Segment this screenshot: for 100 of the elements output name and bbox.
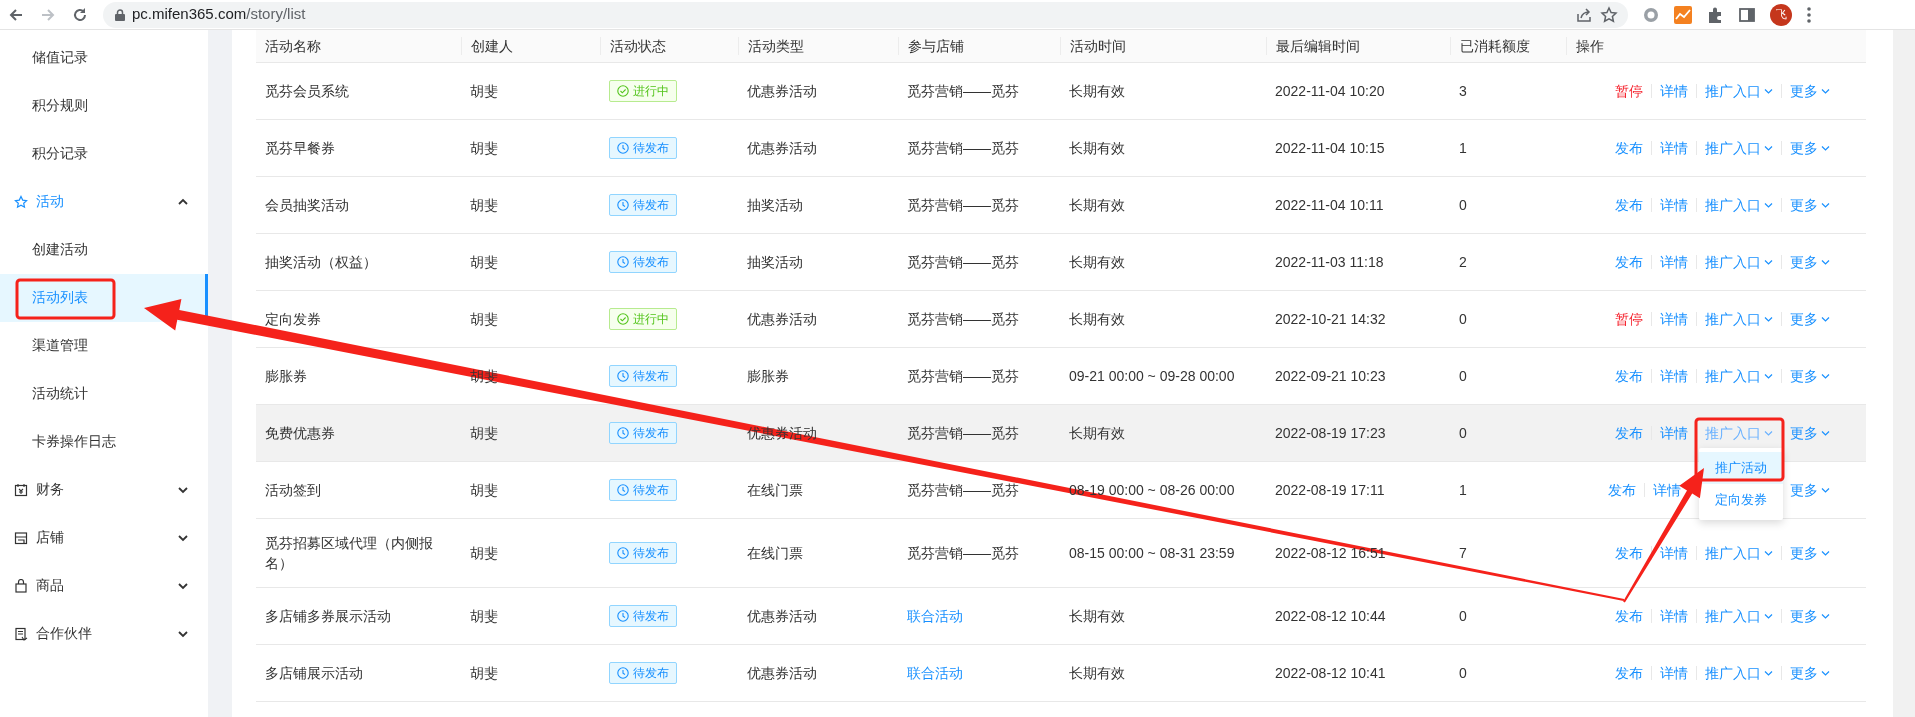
action-link[interactable]: 发布 (1615, 138, 1643, 158)
menu-item[interactable]: 定向发券 (1699, 484, 1783, 516)
menu-item[interactable]: 推广活动 (1699, 452, 1783, 484)
table-cell-text: 膨胀券 (264, 367, 308, 386)
dropdown-button[interactable]: 更多 (1790, 138, 1830, 158)
table-cell-text: 优惠券活动 (746, 664, 818, 683)
action-link[interactable]: 发布 (1615, 543, 1643, 563)
star-icon[interactable] (1600, 5, 1618, 24)
side-panel-icon[interactable] (1738, 5, 1756, 24)
table-cell-text: 定向发券 (264, 310, 322, 329)
table-cell-text: 长期有效 (1068, 139, 1126, 158)
action-link[interactable]: 发布 (1608, 480, 1636, 500)
sidebar-item[interactable]: 创建活动 (32, 239, 88, 260)
action-link[interactable]: 详情 (1660, 423, 1688, 443)
action-link[interactable]: 详情 (1660, 81, 1688, 101)
dropdown-button[interactable]: 推广入口 (1705, 309, 1773, 329)
action-link[interactable]: 发布 (1615, 423, 1643, 443)
action-link[interactable]: 详情 (1660, 663, 1688, 683)
profile-avatar[interactable]: 飞 (1770, 3, 1792, 26)
dropdown-button[interactable]: 更多 (1790, 663, 1830, 683)
dropdown-button[interactable]: 推广入口 (1705, 81, 1773, 101)
dropdown-button[interactable]: 推广入口 (1705, 366, 1773, 386)
table-cell-text: 优惠券活动 (746, 82, 818, 101)
sidebar-group[interactable]: 店铺 (36, 527, 170, 548)
table-cell-text: 优惠券活动 (746, 139, 818, 158)
action-link[interactable]: 暂停 (1615, 81, 1643, 101)
extension-icon[interactable] (1642, 5, 1660, 24)
table-cell-text: 0 (1458, 310, 1468, 329)
caret-icon (1821, 429, 1830, 437)
dropdown-button[interactable]: 更多 (1790, 423, 1830, 443)
action-link[interactable]: 详情 (1660, 252, 1688, 272)
table-cell-text: 0 (1458, 196, 1468, 215)
column-header: 已消耗额度 (1450, 37, 1566, 55)
dropdown-button[interactable]: 推广入口 (1705, 543, 1773, 563)
table-cell: 觅芬营销——觅芬 (907, 83, 1019, 99)
clock-icon (617, 199, 629, 211)
action-link[interactable]: 详情 (1660, 366, 1688, 386)
dropdown-button[interactable]: 推广入口 (1705, 252, 1773, 272)
sidebar-group[interactable]: 活动 (36, 191, 170, 212)
expand-icon[interactable] (178, 532, 188, 543)
sidebar-item[interactable]: 渠道管理 (32, 335, 88, 356)
dropdown-button[interactable]: 更多 (1790, 606, 1830, 626)
sidebar-item[interactable]: 积分记录 (32, 143, 88, 164)
chart-icon[interactable] (1674, 5, 1692, 24)
shop-link[interactable]: 联合活动 (907, 608, 963, 624)
collapse-icon[interactable] (178, 196, 188, 207)
menu-icon[interactable] (1806, 5, 1812, 24)
dropdown-button[interactable]: 更多 (1790, 309, 1830, 329)
action-link[interactable]: 详情 (1660, 195, 1688, 215)
dropdown-button[interactable]: 推广入口 (1705, 663, 1773, 683)
table-cell-text: 优惠券活动 (746, 607, 818, 626)
table-cell-text: 0 (1458, 664, 1468, 683)
dropdown-button[interactable]: 推广入口 (1705, 606, 1773, 626)
table-cell-text: 长期有效 (1068, 82, 1126, 101)
sidebar-item[interactable]: 卡券操作日志 (32, 431, 116, 452)
sidebar-group[interactable]: 商品 (36, 575, 170, 596)
table-cell: 觅芬营销——觅芬 (907, 197, 1019, 213)
sidebar-group[interactable]: 合作伙伴 (36, 623, 170, 644)
sidebar-group[interactable]: 财务 (36, 479, 170, 500)
sidebar-item[interactable]: 活动列表 (32, 287, 88, 308)
action-link[interactable]: 详情 (1660, 606, 1688, 626)
status-text: 待发布 (633, 197, 669, 214)
table-cell-text: 2022-08-19 17:11 (1274, 481, 1386, 500)
action-link[interactable]: 发布 (1615, 606, 1643, 626)
action-link[interactable]: 详情 (1660, 138, 1688, 158)
dropdown-button[interactable]: 更多 (1790, 252, 1830, 272)
scrollbar[interactable] (1893, 30, 1915, 717)
dropdown-button[interactable]: 更多 (1790, 366, 1830, 386)
puzzle-icon[interactable] (1706, 5, 1724, 24)
url-text[interactable]: pc.mifen365.com/story/list (132, 3, 306, 26)
dropdown-button[interactable]: 更多 (1790, 81, 1830, 101)
expand-icon[interactable] (178, 580, 188, 591)
dropdown-button[interactable]: 更多 (1790, 195, 1830, 215)
action-link[interactable]: 发布 (1615, 663, 1643, 683)
dropdown-button[interactable]: 更多 (1790, 480, 1830, 500)
action-link[interactable]: 详情 (1660, 543, 1688, 563)
action-link[interactable]: 发布 (1615, 366, 1643, 386)
dropdown-button[interactable]: 推广入口 (1705, 195, 1773, 215)
status-text: 待发布 (633, 140, 669, 157)
table-cell: 觅芬营销——觅芬 (907, 368, 1019, 384)
sidebar-item[interactable]: 积分规则 (32, 95, 88, 116)
share-icon[interactable] (1575, 5, 1593, 24)
shop-link[interactable]: 联合活动 (907, 665, 963, 681)
expand-icon[interactable] (178, 628, 188, 639)
column-header: 参与店铺 (898, 37, 1060, 55)
table-cell-text: 长期有效 (1068, 607, 1126, 626)
table-cell-text: 多店铺多券展示活动 (264, 607, 392, 626)
action-link[interactable]: 详情 (1653, 480, 1681, 500)
expand-icon[interactable] (178, 484, 188, 495)
action-link[interactable]: 详情 (1660, 309, 1688, 329)
table-cell-text: 胡斐 (469, 544, 499, 563)
table-cell-text: 胡斐 (469, 196, 499, 215)
dropdown-button[interactable]: 推广入口 (1705, 138, 1773, 158)
sidebar-item[interactable]: 活动统计 (32, 383, 88, 404)
action-link[interactable]: 发布 (1615, 195, 1643, 215)
sidebar-item[interactable]: 储值记录 (32, 47, 88, 68)
action-link[interactable]: 发布 (1615, 252, 1643, 272)
table-cell-text: 胡斐 (469, 607, 499, 626)
dropdown-button[interactable]: 更多 (1790, 543, 1830, 563)
action-link[interactable]: 暂停 (1615, 309, 1643, 329)
